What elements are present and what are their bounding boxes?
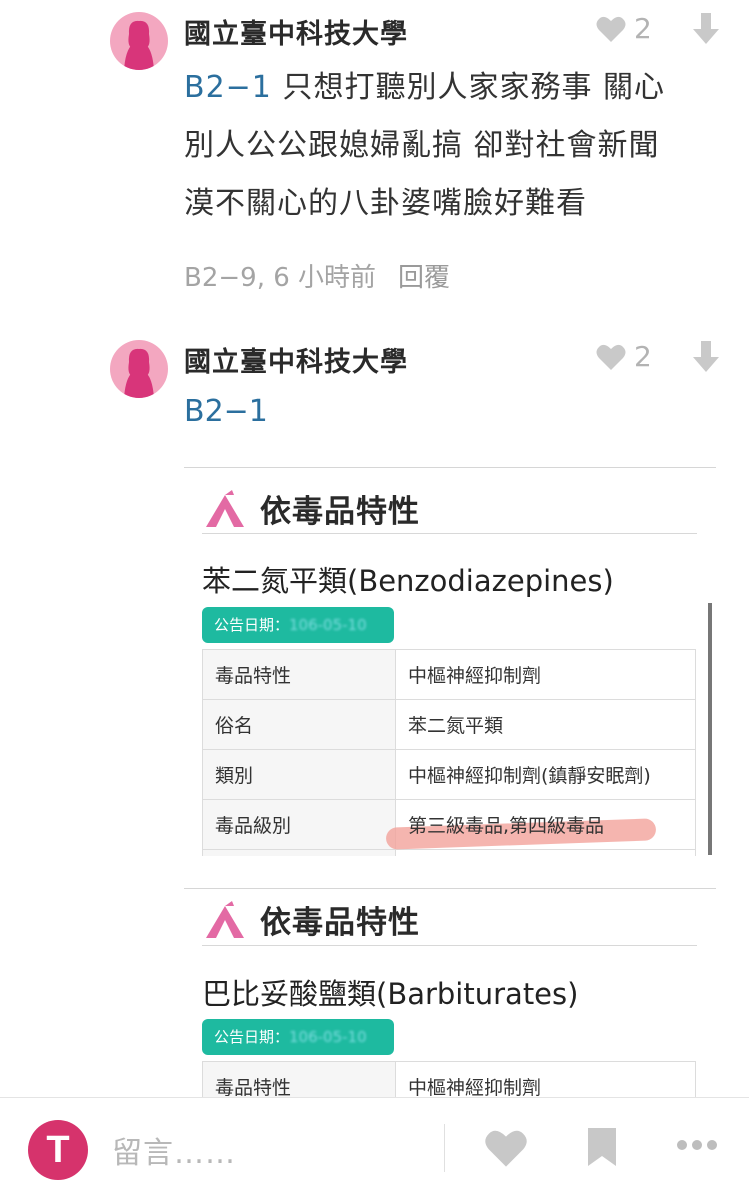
floor-reference-link[interactable]: B2−1 xyxy=(184,70,272,105)
person-silhouette-icon xyxy=(124,20,154,70)
heart-icon[interactable] xyxy=(484,1128,528,1168)
down-arrow-icon xyxy=(693,341,719,372)
person-silhouette-icon xyxy=(124,348,154,398)
tent-logo-icon xyxy=(206,900,244,938)
reply-button[interactable]: 回覆 xyxy=(398,263,450,293)
table-value: 中樞神經抑制劑 xyxy=(395,649,696,700)
card-heading: 依毒品特性 xyxy=(202,897,420,942)
table-value: 苯二氮平類 xyxy=(395,699,696,750)
date-label: 公告日期： xyxy=(214,1028,290,1046)
attached-image[interactable]: 依毒品特性 苯二氮平類(Benzodiazepines) 公告日期：106-05… xyxy=(184,467,716,856)
like-button[interactable]: 2 xyxy=(596,340,652,373)
date-value: 106-05-10 xyxy=(289,616,367,634)
heart-icon xyxy=(596,344,626,370)
comment-line: 只想打聽別人家家務事 關心 xyxy=(282,70,665,105)
table-row: 俗名 苯二氮平類 xyxy=(202,699,696,750)
downvote-button[interactable] xyxy=(692,13,720,49)
table-row xyxy=(202,849,696,856)
date-badge: 公告日期：106-05-10 xyxy=(202,607,394,643)
tent-logo-icon xyxy=(206,489,244,527)
drug-info-table: 毒品特性 中樞神經抑制劑 俗名 苯二氮平類 類別 中樞神經抑制劑(鎮靜安眠劑) 毒品級… xyxy=(202,649,696,856)
divider xyxy=(202,533,697,534)
comment-body: B2−1 只想打聽別人家家務事 關心 別人公公跟媳婦亂搞 卻對社會新聞 漠不關心… xyxy=(184,59,724,233)
like-count: 2 xyxy=(634,340,652,373)
highlighted-value: 第三級毒品,第四級毒品 xyxy=(408,815,604,837)
author-name[interactable]: 國立臺中科技大學 xyxy=(184,12,408,51)
table-key: 毒品級別 xyxy=(202,799,396,850)
card-heading-text: 依毒品特性 xyxy=(260,905,420,941)
comment-meta: B2−9, 6 小時前 回覆 xyxy=(184,257,450,294)
author-name[interactable]: 國立臺中科技大學 xyxy=(184,340,408,379)
bookmark-icon[interactable] xyxy=(585,1126,619,1168)
table-value: 第三級毒品,第四級毒品 xyxy=(395,799,696,850)
like-button[interactable]: 2 xyxy=(596,12,652,45)
table-value: 中樞神經抑制劑(鎮靜安眠劑) xyxy=(395,749,696,800)
drug-name: 巴比妥酸鹽類(Barbiturates) xyxy=(202,977,579,1011)
heart-icon xyxy=(596,16,626,42)
author-avatar[interactable] xyxy=(110,12,168,70)
comment-line: 別人公公跟媳婦亂搞 卻對社會新聞 xyxy=(184,128,660,163)
table-row: 毒品級別 第三級毒品,第四級毒品 xyxy=(202,799,696,850)
comment-line: 漠不關心的八卦婆嘴臉好難看 xyxy=(184,186,587,221)
comment-input[interactable]: 留言…… xyxy=(112,1128,236,1172)
table-key xyxy=(202,849,396,856)
divider xyxy=(202,945,697,946)
table-key: 類別 xyxy=(202,749,396,800)
highlighted-text: 第三級毒品,第四級毒品 xyxy=(408,815,605,837)
table-key: 俗名 xyxy=(202,699,396,750)
drug-info-table: 毒品特性 中樞神經抑制劑 xyxy=(202,1061,696,1099)
table-row: 毒品特性 中樞神經抑制劑 xyxy=(202,649,696,700)
table-value: 中樞神經抑制劑 xyxy=(395,1061,696,1099)
table-row: 毒品特性 中樞神經抑制劑 xyxy=(202,1061,696,1099)
divider xyxy=(444,1124,445,1172)
table-key: 毒品特性 xyxy=(202,649,396,700)
scrollbar[interactable] xyxy=(708,603,712,855)
user-avatar[interactable]: T xyxy=(28,1120,88,1180)
down-arrow-icon xyxy=(693,13,719,44)
like-count: 2 xyxy=(634,12,652,45)
attached-image[interactable]: 依毒品特性 巴比妥酸鹽類(Barbiturates) 公告日期：106-05-1… xyxy=(184,888,716,1099)
more-icon[interactable] xyxy=(676,1138,718,1152)
date-badge: 公告日期：106-05-10 xyxy=(202,1019,394,1055)
author-avatar[interactable] xyxy=(110,340,168,398)
floor-and-time: B2−9, 6 小時前 xyxy=(184,263,377,293)
table-row: 類別 中樞神經抑制劑(鎮靜安眠劑) xyxy=(202,749,696,800)
floor-reference-link[interactable]: B2−1 xyxy=(184,394,268,429)
date-value: 106-05-10 xyxy=(289,1028,367,1046)
comment-bar: T 留言…… xyxy=(0,1097,749,1198)
card-heading-text: 依毒品特性 xyxy=(260,494,420,530)
table-key: 毒品特性 xyxy=(202,1061,396,1099)
card-heading: 依毒品特性 xyxy=(202,486,420,531)
table-value xyxy=(395,849,696,856)
drug-name: 苯二氮平類(Benzodiazepines) xyxy=(202,564,614,598)
date-label: 公告日期： xyxy=(214,616,290,634)
downvote-button[interactable] xyxy=(692,341,720,377)
